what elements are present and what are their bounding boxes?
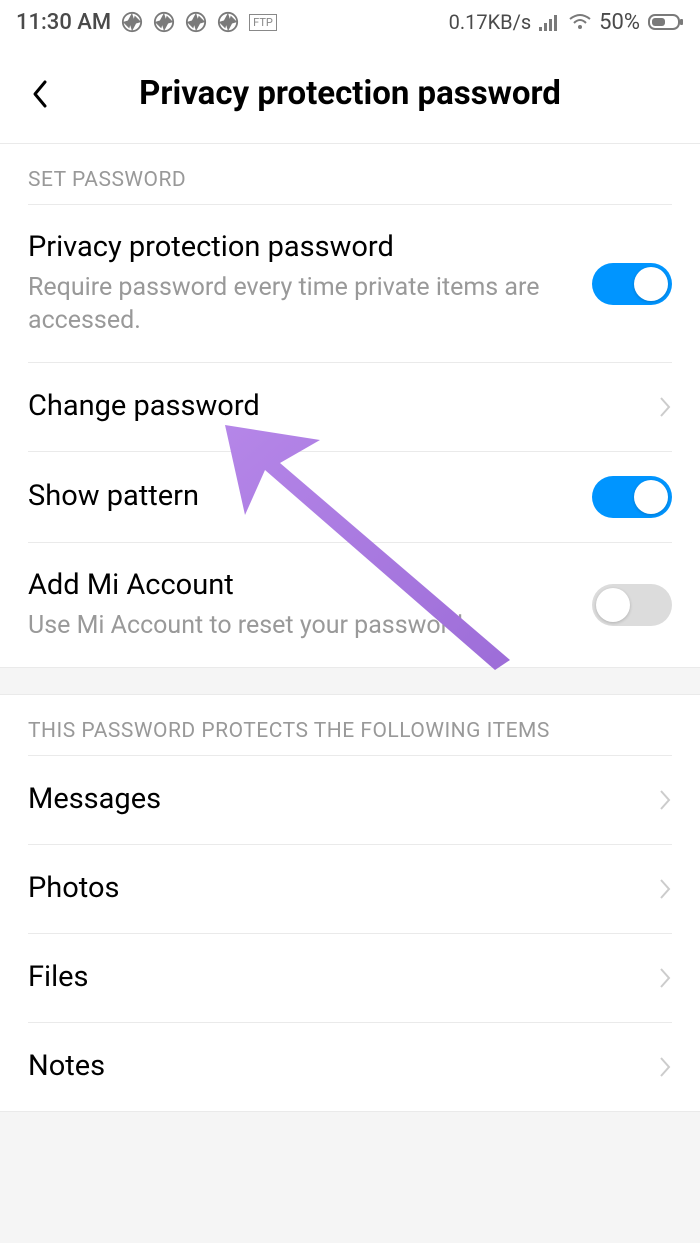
add-mi-account-toggle[interactable] (592, 584, 672, 626)
aperture-icon (185, 11, 207, 33)
files-row[interactable]: Files (0, 934, 700, 1022)
bottom-space (0, 1111, 700, 1241)
protected-items-section: THIS PASSWORD PROTECTS THE FOLLOWING ITE… (0, 695, 700, 1111)
change-password-row[interactable]: Change password (0, 363, 700, 451)
row-title: Photos (28, 870, 638, 908)
row-title: Notes (28, 1048, 638, 1086)
row-subtitle: Use Mi Account to reset your password (28, 609, 572, 643)
row-title: Show pattern (28, 478, 572, 516)
show-pattern-toggle[interactable] (592, 476, 672, 518)
row-title: Messages (28, 781, 638, 819)
ftp-icon: FTP (249, 14, 277, 31)
aperture-icon (153, 11, 175, 33)
toggle-knob (634, 267, 668, 301)
aperture-icon (121, 11, 143, 33)
signal-icon (539, 13, 561, 31)
chevron-right-icon (658, 788, 672, 812)
page-title: Privacy protection password (60, 74, 680, 113)
privacy-protection-password-row[interactable]: Privacy protection password Require pass… (0, 205, 700, 362)
status-bar: 11:30 AM FTP 0.17KB/s (0, 0, 700, 44)
row-subtitle: Require password every time private item… (28, 271, 572, 339)
chevron-right-icon (658, 966, 672, 990)
status-data-rate: 0.17KB/s (449, 10, 532, 34)
notes-row[interactable]: Notes (0, 1023, 700, 1111)
chevron-right-icon (658, 395, 672, 419)
row-title: Change password (28, 388, 638, 426)
chevron-right-icon (658, 1055, 672, 1079)
chevron-right-icon (658, 877, 672, 901)
add-mi-account-row[interactable]: Add Mi Account Use Mi Account to reset y… (0, 543, 700, 666)
toggle-knob (634, 480, 668, 514)
messages-row[interactable]: Messages (0, 756, 700, 844)
app-header: Privacy protection password (0, 44, 700, 144)
section-header-set-password: SET PASSWORD (0, 144, 700, 204)
status-battery-pct: 50% (599, 10, 640, 35)
toggle-knob (596, 588, 630, 622)
set-password-section: SET PASSWORD Privacy protection password… (0, 144, 700, 667)
aperture-icon (217, 11, 239, 33)
wifi-icon (569, 13, 591, 31)
battery-icon (648, 13, 684, 31)
status-time: 11:30 AM (16, 10, 111, 35)
row-title: Files (28, 959, 638, 997)
photos-row[interactable]: Photos (0, 845, 700, 933)
section-gap (0, 667, 700, 695)
show-pattern-row[interactable]: Show pattern (0, 452, 700, 542)
privacy-protection-toggle[interactable] (592, 263, 672, 305)
row-title: Add Mi Account (28, 567, 572, 605)
chevron-left-icon (30, 79, 50, 109)
section-header-protected-items: THIS PASSWORD PROTECTS THE FOLLOWING ITE… (0, 695, 700, 755)
back-button[interactable] (20, 74, 60, 114)
row-title: Privacy protection password (28, 229, 572, 267)
